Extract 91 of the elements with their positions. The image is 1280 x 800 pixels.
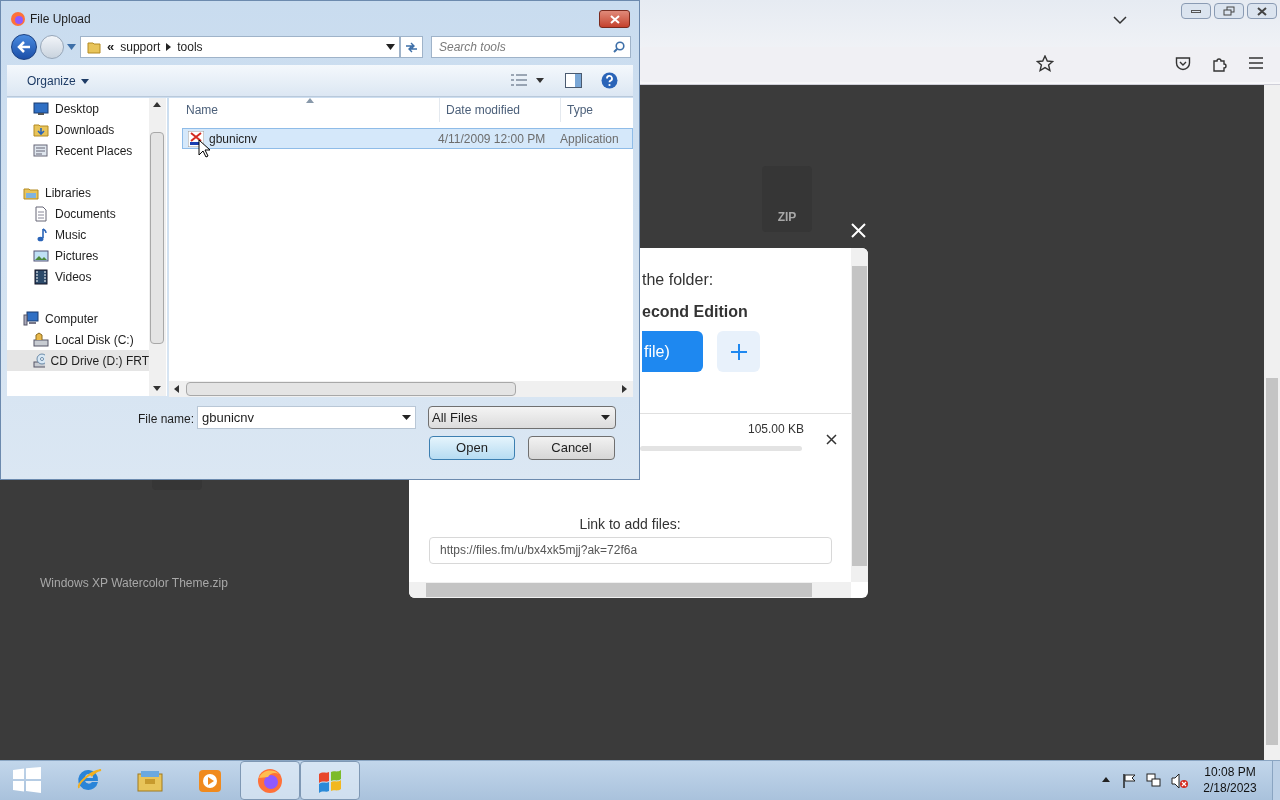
column-header[interactable]: Name [169,101,439,119]
breadcrumb-item[interactable]: tools [177,38,203,56]
link-field[interactable]: https://files.fm/u/bx4xk5mjj?ak=72f6a [429,537,832,564]
dropdown-icon[interactable] [386,44,395,50]
overflow-chevrons[interactable]: « [107,37,115,57]
cancel-button[interactable]: Cancel [528,436,615,460]
file-name-field[interactable]: gbunicnv [197,406,416,429]
desktop-icon [33,100,49,117]
column-header[interactable]: Date modified [440,101,560,119]
scroll-down-icon[interactable] [153,386,161,391]
organize-menu[interactable]: Organize [27,71,89,91]
link-label: Link to add files: [579,515,681,534]
preview-pane-icon[interactable] [565,73,582,88]
flag-icon[interactable] [1122,773,1136,788]
back-button[interactable] [11,34,37,60]
breadcrumb-item[interactable]: support [120,38,161,56]
file-name-label: File name: [138,411,195,428]
scrollbar[interactable] [1264,85,1280,760]
close-icon [1257,6,1267,16]
speaker-muted-icon[interactable] [1171,773,1189,789]
taskbar-button[interactable] [300,761,360,800]
nav-item[interactable]: Music [7,224,149,245]
clock[interactable]: 10:08 PM 2/18/2023 [1195,764,1265,796]
close-button[interactable] [599,10,630,28]
restore-button[interactable] [1214,3,1244,19]
nav-item[interactable]: CD Drive (D:) FRT [7,350,149,371]
file-type-label: ZIP [777,209,797,226]
caret-down-icon [80,78,89,84]
plus-icon [730,343,747,360]
cd-icon [33,352,45,369]
show-hidden-icons-icon[interactable] [1102,777,1110,782]
scrollbar[interactable] [149,98,166,396]
file-row[interactable]: gbunicnv 4/11/2009 12:00 PM Application [182,128,633,149]
file-name: Windows XP Watercolor Theme.zip [40,575,228,592]
search-icon[interactable] [613,41,625,53]
modal-text: the folder: [642,270,715,290]
clock-date: 2/18/2023 [1203,780,1257,796]
add-button[interactable] [717,331,760,372]
refresh-icon [405,41,418,53]
nav-item[interactable]: Videos [7,266,149,287]
chevron-down-icon[interactable] [1113,16,1127,25]
upload-button[interactable]: file) [642,331,703,372]
scrollbar[interactable] [409,582,851,598]
scroll-right-icon[interactable] [622,385,627,393]
nav-item[interactable]: Documents [7,203,149,224]
nav-item[interactable]: Computer [7,308,149,329]
nav-item[interactable]: Desktop [7,98,149,119]
videos-icon [33,268,49,285]
close-icon [609,14,620,24]
folder-name: econd Edition [642,302,749,322]
dropdown-icon[interactable] [402,415,411,420]
help-icon[interactable] [601,72,618,89]
recent-icon [33,142,49,159]
computer-icon [23,310,39,327]
close-button[interactable] [1247,3,1277,19]
file-type-dropdown[interactable]: All Files [428,406,616,429]
caret-right-icon[interactable] [166,43,172,51]
restore-icon [1223,6,1235,16]
close-icon[interactable] [851,223,866,238]
taskbar-button[interactable] [240,761,300,800]
back-arrow-icon [17,41,31,53]
column-header[interactable]: Type [561,101,593,119]
nav-item[interactable]: Recent Places [7,140,149,161]
pictures-icon [33,247,49,264]
refresh-button[interactable] [400,36,423,58]
sort-arrow-icon [306,98,314,103]
nav-item[interactable]: Local Disk (C:) [7,329,149,350]
nav-item[interactable]: Downloads [7,119,149,140]
remove-icon[interactable] [826,434,837,445]
scrollbar[interactable] [851,248,868,582]
dropdown-icon[interactable] [536,78,544,83]
search-field[interactable]: Search tools [431,36,631,58]
file-size: 105.00 KB [748,421,805,438]
address-bar[interactable]: « support tools [80,36,400,58]
documents-icon [33,205,49,222]
cursor-icon [198,139,210,159]
minimize-button[interactable] [1181,3,1211,19]
folder-icon [87,40,101,54]
nav-item[interactable]: Pictures [7,245,149,266]
browser-logo-icon [10,11,26,27]
window-title: File Upload [30,11,91,28]
scroll-up-icon[interactable] [153,102,161,107]
open-button[interactable]: Open [429,436,515,460]
downloads-icon [33,121,49,138]
scrollbar[interactable] [169,381,633,397]
start-button[interactable] [13,767,41,793]
network-icon[interactable] [1146,773,1162,788]
nav-item[interactable]: Libraries [7,182,149,203]
disk-icon [33,331,49,348]
scroll-left-icon[interactable] [174,385,179,393]
clock-time: 10:08 PM [1204,764,1256,780]
